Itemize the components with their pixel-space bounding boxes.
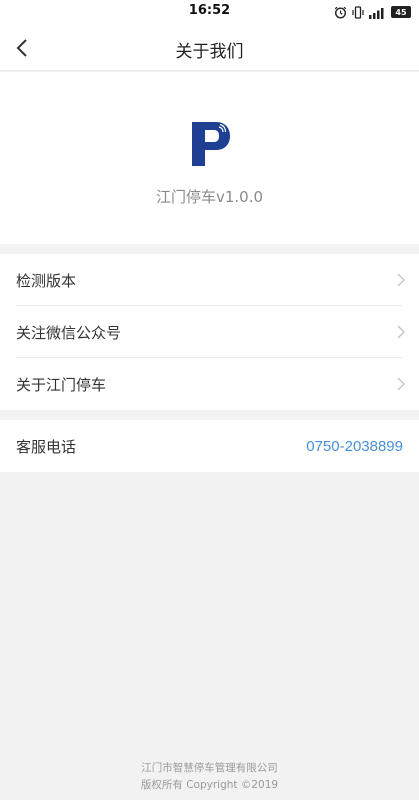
footer-copyright: 版权所有 Copyright ©2019 [140,779,279,791]
signal-icon [369,7,384,19]
menu-item-label: 关于江门停车 [16,375,107,394]
vibrate-icon [352,5,364,19]
parking-p-logo [192,122,230,166]
battery-indicator: 45 [391,6,411,18]
customer-service-label: 客服电话 [16,437,77,456]
chevron-right-icon [397,325,405,339]
footer: 江门市智慧停车管理有限公司 版权所有 Copyright ©2019 [0,760,419,794]
chevron-right-icon [397,377,405,391]
menu-item-label: 关注微信公众号 [16,323,122,342]
menu-item-label: 检测版本 [16,271,77,290]
menu-list: 检测版本 关注微信公众号 关于江门停车 [0,254,419,410]
customer-service-phone[interactable]: 0750-2038899 [306,438,403,455]
menu-item-about-app[interactable]: 关于江门停车 [0,358,419,410]
chevron-right-icon [397,273,405,287]
app-version: 江门停车v1.0.0 [155,188,264,206]
customer-service-row: 客服电话 0750-2038899 [0,420,419,472]
menu-item-check-version[interactable]: 检测版本 [0,254,419,306]
app-info-section: 江门停车v1.0.0 [0,72,419,244]
status-icons: 45 [334,4,411,20]
alarm-icon [334,6,347,19]
status-bar: 16:52 45 [0,0,419,24]
footer-company: 江门市智慧停车管理有限公司 [141,762,278,774]
nav-bar: 关于我们 [0,24,419,71]
menu-item-follow-wechat[interactable]: 关注微信公众号 [0,306,419,358]
page-title: 关于我们 [175,42,244,62]
